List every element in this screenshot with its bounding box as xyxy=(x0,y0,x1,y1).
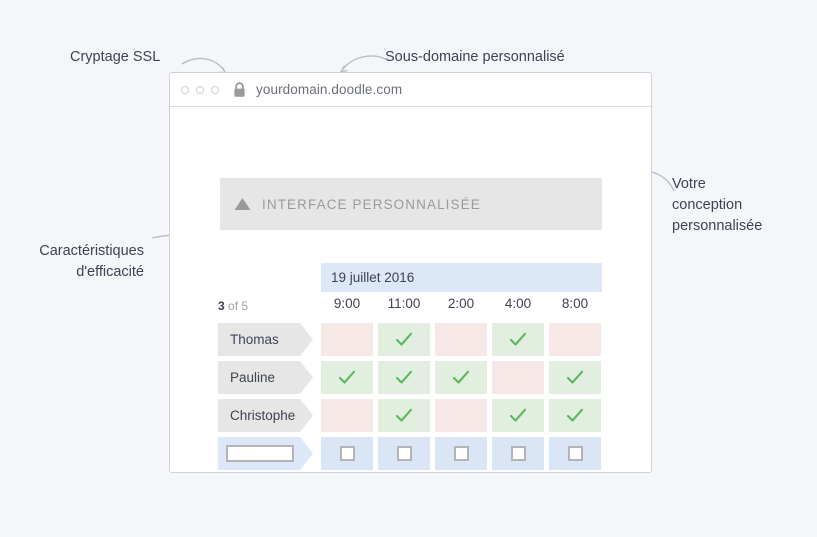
answer-cell-yes xyxy=(549,361,601,394)
minimize-dot-icon[interactable] xyxy=(196,85,204,94)
vote-checkbox[interactable] xyxy=(567,446,583,461)
vote-cell[interactable] xyxy=(435,437,487,470)
time-header-cell: 4:00 xyxy=(504,296,532,311)
participant-name: Pauline xyxy=(230,370,276,385)
table-row: Pauline xyxy=(218,361,606,394)
vote-cell[interactable] xyxy=(492,437,544,470)
answer-cell-yes xyxy=(435,361,487,394)
time-header-cell: 9:00 xyxy=(333,296,361,311)
check-icon xyxy=(509,408,527,422)
participant-name-tag: Pauline xyxy=(218,361,313,394)
time-header-cell: 11:00 xyxy=(387,296,421,311)
check-icon xyxy=(509,332,527,346)
answer-cells xyxy=(321,399,606,432)
time-header-cell: 8:00 xyxy=(561,296,589,311)
browser-window: yourdomain.doodle.com INTERFACE PERSONNA… xyxy=(169,72,652,473)
poll-count-suffix: of 5 xyxy=(228,299,249,313)
poll-count-number: 3 xyxy=(218,299,225,313)
answer-cell-yes xyxy=(378,323,430,356)
answer-cell-no xyxy=(492,361,544,394)
answer-cell-yes xyxy=(549,399,601,432)
poll-count-label: 3 of 5 xyxy=(218,299,248,313)
close-dot-icon[interactable] xyxy=(181,85,189,94)
table-row: Thomas xyxy=(218,323,606,356)
maximize-dot-icon[interactable] xyxy=(211,85,219,94)
check-icon xyxy=(338,370,356,384)
poll-time-header-row: 9:00 11:00 2:00 4:00 8:00 xyxy=(321,296,606,311)
vote-cells xyxy=(321,437,606,470)
vote-name-tag xyxy=(218,437,313,470)
answer-cells xyxy=(321,361,606,394)
url-text[interactable]: yourdomain.doodle.com xyxy=(256,82,402,97)
time-header-cell: 2:00 xyxy=(447,296,475,311)
lock-icon xyxy=(234,81,245,97)
check-icon xyxy=(395,408,413,422)
annotation-design: Votre conception personnalisée xyxy=(672,176,763,234)
vote-cell[interactable] xyxy=(378,437,430,470)
custom-interface-banner: INTERFACE PERSONNALISÉE xyxy=(220,178,602,230)
answer-cell-no xyxy=(435,399,487,432)
check-icon xyxy=(566,408,584,422)
answer-cells xyxy=(321,323,606,356)
banner-label: INTERFACE PERSONNALISÉE xyxy=(262,196,481,212)
answer-cell-yes xyxy=(321,361,373,394)
answer-cell-no xyxy=(549,323,601,356)
vote-checkbox[interactable] xyxy=(453,446,469,461)
name-input[interactable] xyxy=(226,445,294,462)
annotation-features: Caractéristiques d'efficacité xyxy=(39,243,144,280)
browser-toolbar: yourdomain.doodle.com xyxy=(170,73,651,107)
participant-name: Christophe xyxy=(230,408,296,423)
answer-cell-yes xyxy=(378,361,430,394)
check-icon xyxy=(566,370,584,384)
table-row: Christophe xyxy=(218,399,606,432)
annotation-ssl: Cryptage SSL xyxy=(70,49,161,65)
answer-cell-yes xyxy=(492,399,544,432)
answer-cell-no xyxy=(435,323,487,356)
vote-checkbox[interactable] xyxy=(339,446,355,461)
answer-cell-no xyxy=(321,399,373,432)
participant-name: Thomas xyxy=(230,332,279,347)
poll-date-header: 19 juillet 2016 xyxy=(321,263,602,292)
answer-cell-yes xyxy=(378,399,430,432)
check-icon xyxy=(395,332,413,346)
triangle-up-icon xyxy=(234,198,251,210)
poll-rows: Thomas Pauline Christophe xyxy=(218,323,606,475)
participant-name-tag: Christophe xyxy=(218,399,313,432)
vote-checkbox[interactable] xyxy=(396,446,412,461)
answer-cell-no xyxy=(321,323,373,356)
answer-cell-yes xyxy=(492,323,544,356)
check-icon xyxy=(452,370,470,384)
vote-cell[interactable] xyxy=(549,437,601,470)
annotation-subdomain: Sous-domaine personnalisé xyxy=(385,49,565,65)
browser-page-content: INTERFACE PERSONNALISÉE 19 juillet 2016 … xyxy=(170,107,651,473)
participant-name-tag: Thomas xyxy=(218,323,313,356)
vote-checkbox[interactable] xyxy=(510,446,526,461)
vote-row xyxy=(218,437,606,470)
check-icon xyxy=(395,370,413,384)
vote-cell[interactable] xyxy=(321,437,373,470)
